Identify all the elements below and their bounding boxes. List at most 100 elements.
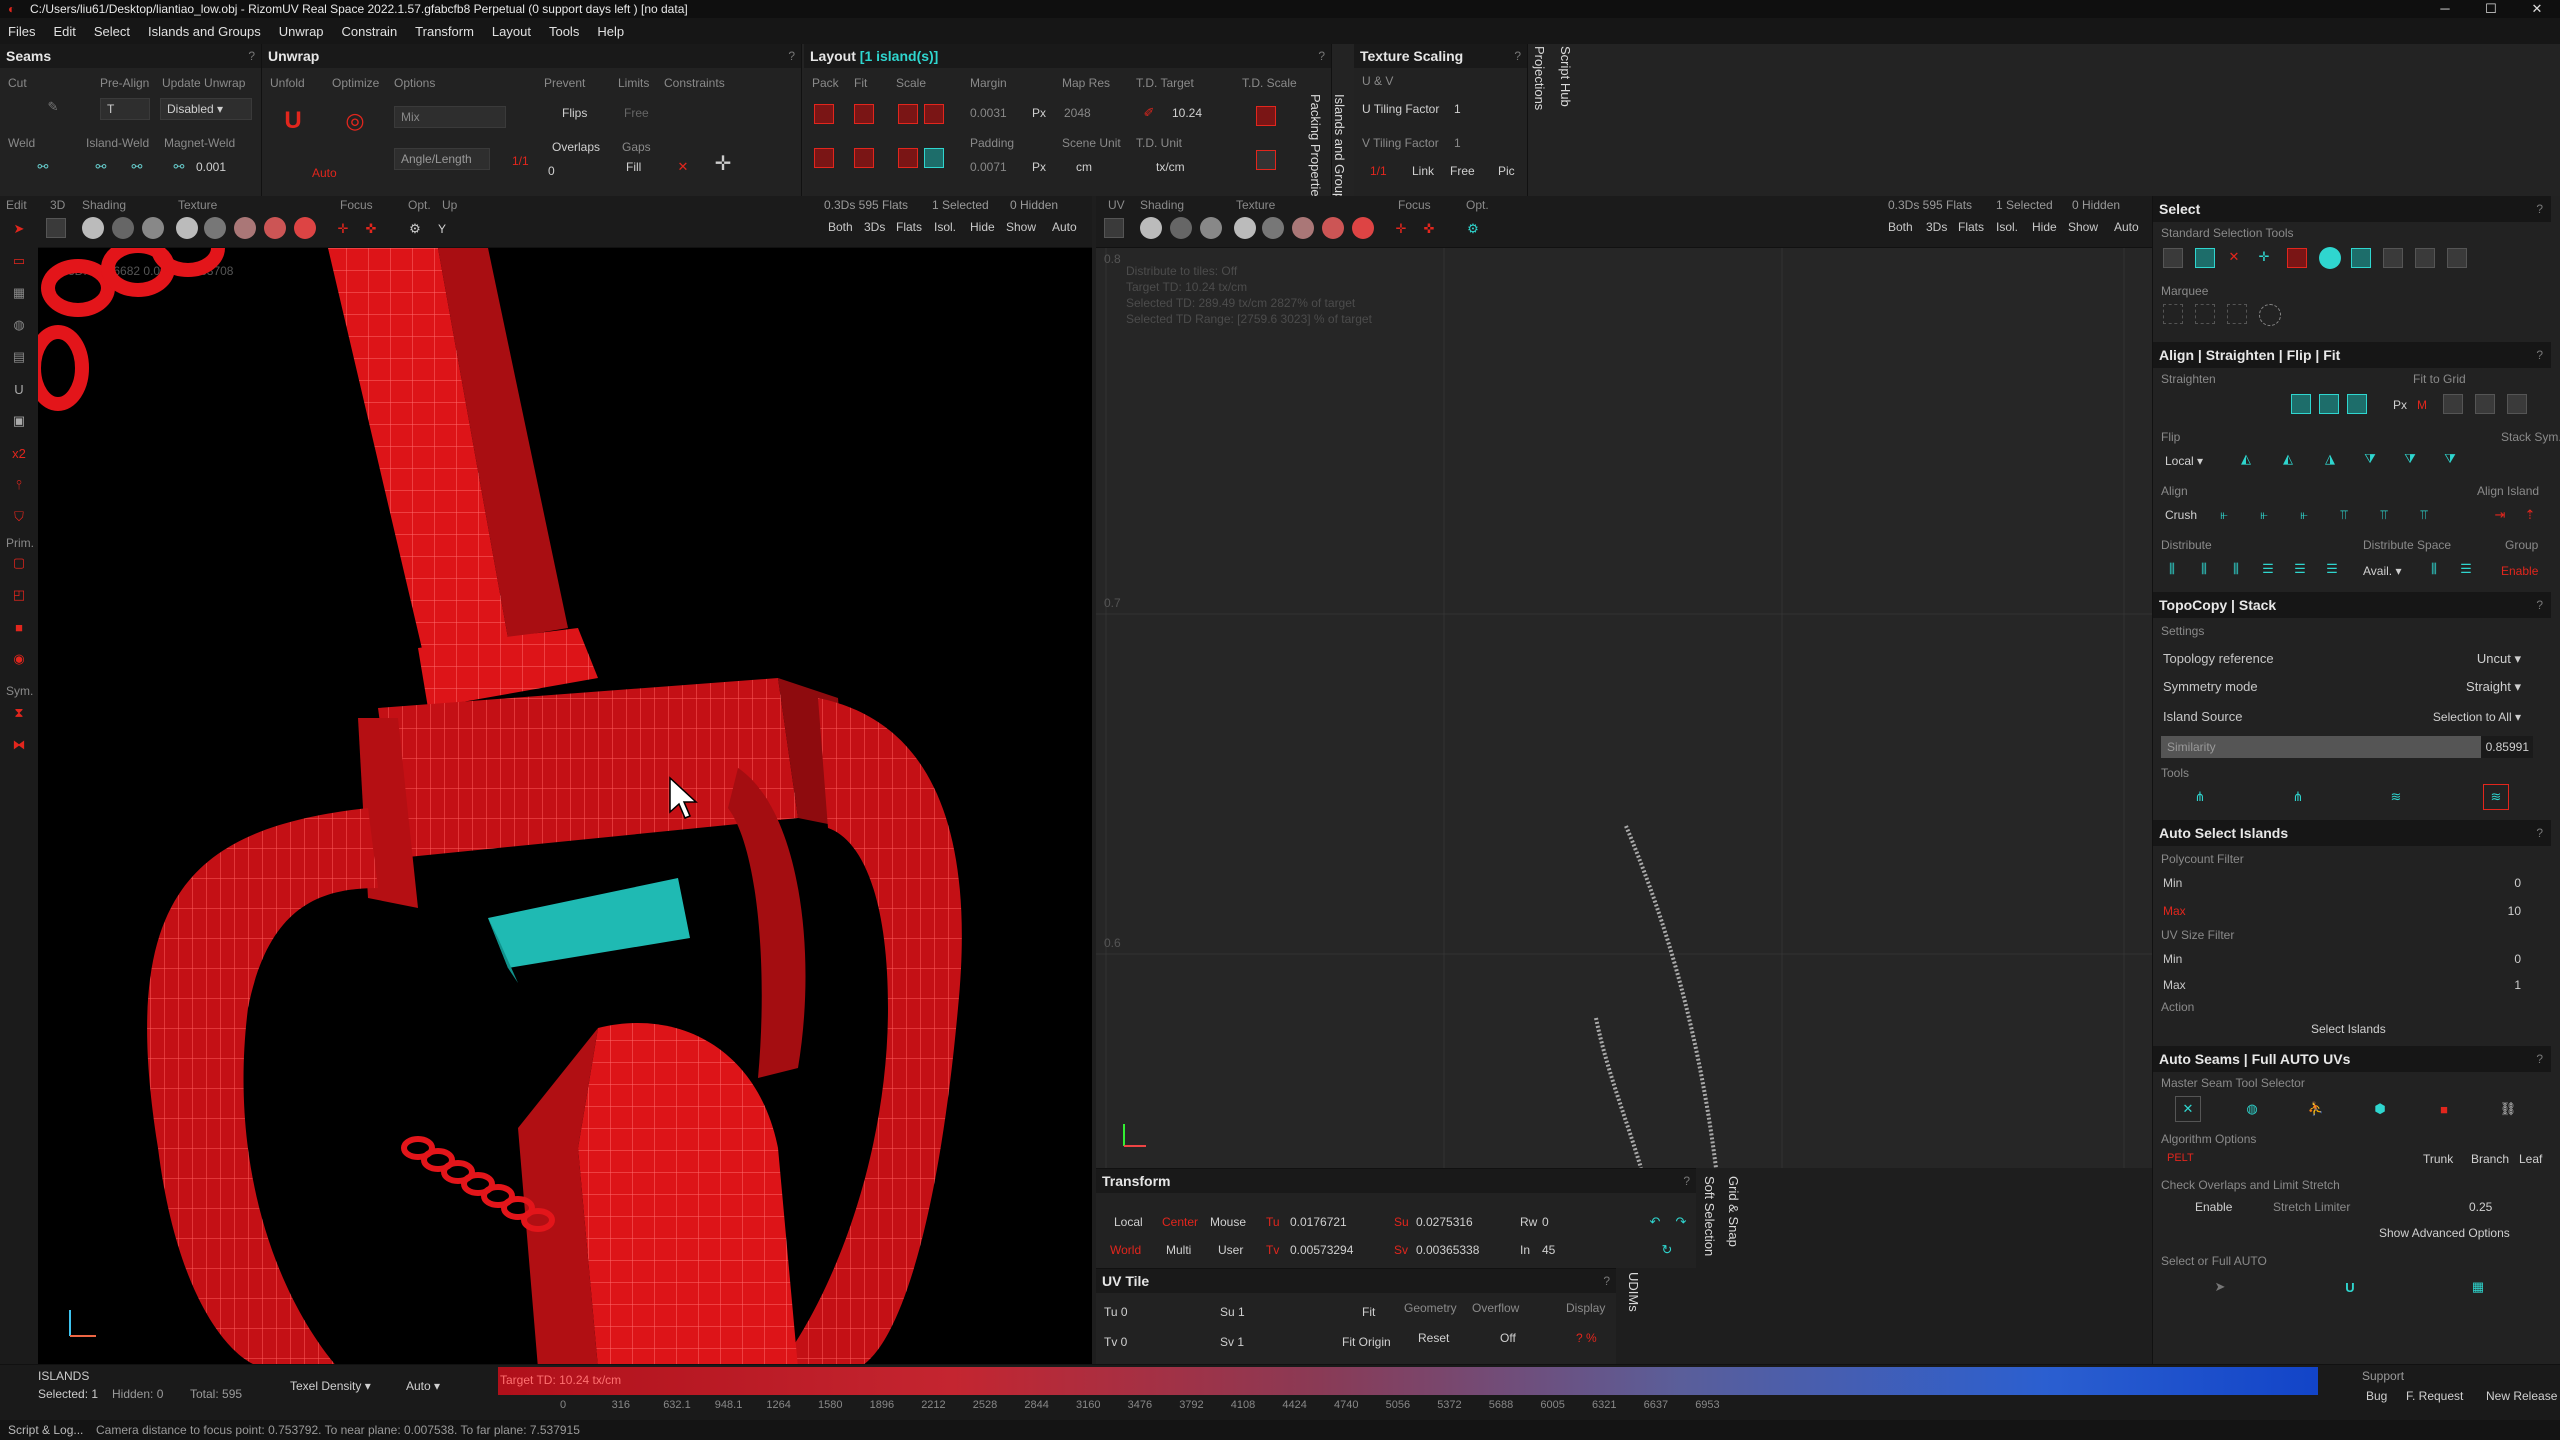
uvsize-min-row[interactable]: Min 0 <box>2153 946 2551 972</box>
menu-files[interactable]: Files <box>8 24 35 39</box>
td-unit-select[interactable]: tx/cm <box>1156 160 1185 174</box>
select-sphere-icon[interactable] <box>2319 247 2341 269</box>
x2-tool-icon[interactable]: x2 <box>6 440 32 466</box>
shading-wire-icon[interactable] <box>112 217 134 239</box>
island-weld-icon[interactable]: ⚯ <box>88 154 114 180</box>
map-res-value[interactable]: 2048 <box>1064 106 1091 120</box>
overflow-select[interactable]: Off <box>1500 1331 1516 1345</box>
select-loop-icon[interactable] <box>2447 248 2467 268</box>
overlaps-value[interactable]: 0 <box>548 164 555 178</box>
cut-tool-icon[interactable]: ✎ <box>40 94 66 120</box>
topology-reference-row[interactable]: Topology reference Uncut ▾ <box>2153 646 2551 672</box>
3d-isol-button[interactable]: Isol. <box>934 220 956 234</box>
uvtile-sv[interactable]: Sv 1 <box>1220 1335 1244 1349</box>
distribute-v-icon[interactable]: ☰ <box>2255 556 2281 582</box>
auto-pack-icon[interactable]: ▦ <box>2465 1274 2491 1300</box>
auto-unwrap-icon[interactable]: U <box>2337 1274 2363 1300</box>
topocopy-tool-2-icon[interactable]: ⋔ <box>2285 784 2311 810</box>
scale-icon[interactable] <box>898 104 918 124</box>
menu-layout[interactable]: Layout <box>492 24 531 39</box>
frame-icon[interactable] <box>46 218 66 238</box>
brush-select-icon[interactable]: ▦ <box>6 280 32 306</box>
margin-value[interactable]: 0.0031 <box>970 106 1007 120</box>
stack-icon[interactable]: ≋ <box>2383 784 2409 810</box>
texel-density-select[interactable]: Texel Density ▾ <box>290 1379 371 1393</box>
tv-value[interactable]: 0.00573294 <box>1290 1243 1353 1257</box>
align-middle-icon[interactable]: ⫪ <box>2371 502 2397 528</box>
rw-value[interactable]: 0 <box>1542 1215 1549 1229</box>
prim-box-icon[interactable]: ◰ <box>6 582 32 608</box>
distribute-space-select[interactable]: Avail. ▾ <box>2363 564 2402 578</box>
texel-density-gradient-bar[interactable]: Target TD: 10.24 tx/cm <box>498 1367 2318 1395</box>
grid-snap-tab[interactable]: Grid & Snap <box>1726 1176 1741 1247</box>
uv-flats-button[interactable]: Flats <box>1958 220 1984 234</box>
seam-algo-4-icon[interactable]: ⬢ <box>2367 1096 2393 1122</box>
menu-constrain[interactable]: Constrain <box>342 24 398 39</box>
prim-sphere-icon[interactable]: ◉ <box>6 646 32 672</box>
cube-tool-icon[interactable]: ▣ <box>6 408 32 434</box>
distribute-v2-icon[interactable]: ☰ <box>2287 556 2313 582</box>
prim-plane-icon[interactable]: ▢ <box>6 550 32 576</box>
uvtile-fit-button[interactable]: Fit <box>1362 1305 1375 1319</box>
unwrap-auto-button[interactable]: Auto <box>312 166 337 180</box>
options-mix-field[interactable]: Mix <box>394 106 506 128</box>
seam-algo-3-icon[interactable]: ⛹ <box>2303 1096 2329 1122</box>
uv-focus-icon[interactable]: ✛ <box>1388 216 1414 242</box>
td-picker-icon[interactable]: ✐ <box>1136 100 1162 126</box>
uv-texture-stretch-icon[interactable] <box>1322 217 1344 239</box>
uvtile-tu[interactable]: Tu 0 <box>1104 1305 1128 1319</box>
3d-hide-button[interactable]: Hide <box>970 220 995 234</box>
uv-texture-color-icon[interactable] <box>1292 217 1314 239</box>
ts-pic-button[interactable]: Pic <box>1498 164 1515 178</box>
transform-multi-button[interactable]: Multi <box>1166 1243 1191 1257</box>
flip-both-icon[interactable]: ◮ <box>2317 446 2343 472</box>
uv-3ds-button[interactable]: 3Ds <box>1926 220 1947 234</box>
flip-h2-icon[interactable]: ⧩ <box>2397 446 2423 472</box>
distribute-h-icon[interactable]: ⫼ <box>2159 556 2185 582</box>
scene-unit-select[interactable]: cm <box>1076 160 1092 174</box>
menu-select[interactable]: Select <box>94 24 130 39</box>
tu-value[interactable]: 0.0176721 <box>1290 1215 1347 1229</box>
menu-islands-groups[interactable]: Islands and Groups <box>148 24 261 39</box>
rotate-apply-icon[interactable]: ↻ <box>1654 1237 1680 1263</box>
flip-v-icon[interactable]: ◭ <box>2275 446 2301 472</box>
3d-both-button[interactable]: Both <box>828 220 853 234</box>
ratio-button[interactable]: 1/1 <box>512 154 529 168</box>
select-all-icon[interactable] <box>2351 248 2371 268</box>
align-center-icon[interactable]: ⫦ <box>2251 502 2277 528</box>
uv-focus-selected-icon[interactable]: ✜ <box>1416 216 1442 242</box>
shading-grid-icon[interactable] <box>142 217 164 239</box>
polycount-max-row[interactable]: Max 10 <box>2153 898 2551 924</box>
padding-value[interactable]: 0.0071 <box>970 160 1007 174</box>
unfold-icon[interactable]: U <box>280 107 306 134</box>
fit-grid-icon-1[interactable] <box>2443 394 2463 414</box>
fit-grid-icon-2[interactable] <box>2475 394 2495 414</box>
gaps-fill-button[interactable]: Fill <box>626 160 641 174</box>
straighten-diag-icon[interactable] <box>2347 394 2367 414</box>
select-invert-icon[interactable] <box>2287 248 2307 268</box>
crush-button[interactable]: Crush <box>2165 508 2197 522</box>
distribute-h2-icon[interactable]: ⫼ <box>2191 556 2217 582</box>
sv-value[interactable]: 0.00365338 <box>1416 1243 1479 1257</box>
ts-ratio-button[interactable]: 1/1 <box>1370 164 1387 178</box>
uv-shading-grid-icon[interactable] <box>1200 217 1222 239</box>
texture-td-icon[interactable] <box>294 217 316 239</box>
transform-mouse-button[interactable]: Mouse <box>1210 1215 1246 1229</box>
uvtile-fit-origin-button[interactable]: Fit Origin <box>1342 1335 1391 1349</box>
texture-none-icon[interactable] <box>176 217 198 239</box>
td-target-value[interactable]: 10.24 <box>1172 106 1202 120</box>
bug-button[interactable]: Bug <box>2366 1389 2387 1403</box>
shading-flat-icon[interactable] <box>82 217 104 239</box>
unwrap-tool-icon[interactable]: U <box>6 376 32 402</box>
seam-algo-2-icon[interactable]: ◍ <box>2239 1096 2265 1122</box>
uv-options-icon[interactable]: ⚙ <box>1460 216 1486 242</box>
stack-selected-icon[interactable]: ≋ <box>2483 784 2509 810</box>
limits-free-button[interactable]: Free <box>624 106 649 120</box>
soft-selection-tab[interactable]: Soft Selection <box>1702 1176 1717 1256</box>
deselect-icon[interactable]: ✕ <box>2221 244 2247 270</box>
grid-select-icon[interactable]: ▤ <box>6 344 32 370</box>
trunk-button[interactable]: Trunk <box>2423 1152 2453 1166</box>
uv-shading-wire-icon[interactable] <box>1170 217 1192 239</box>
align-left-icon[interactable]: ⫦ <box>2211 502 2237 528</box>
3d-3ds-button[interactable]: 3Ds <box>864 220 885 234</box>
